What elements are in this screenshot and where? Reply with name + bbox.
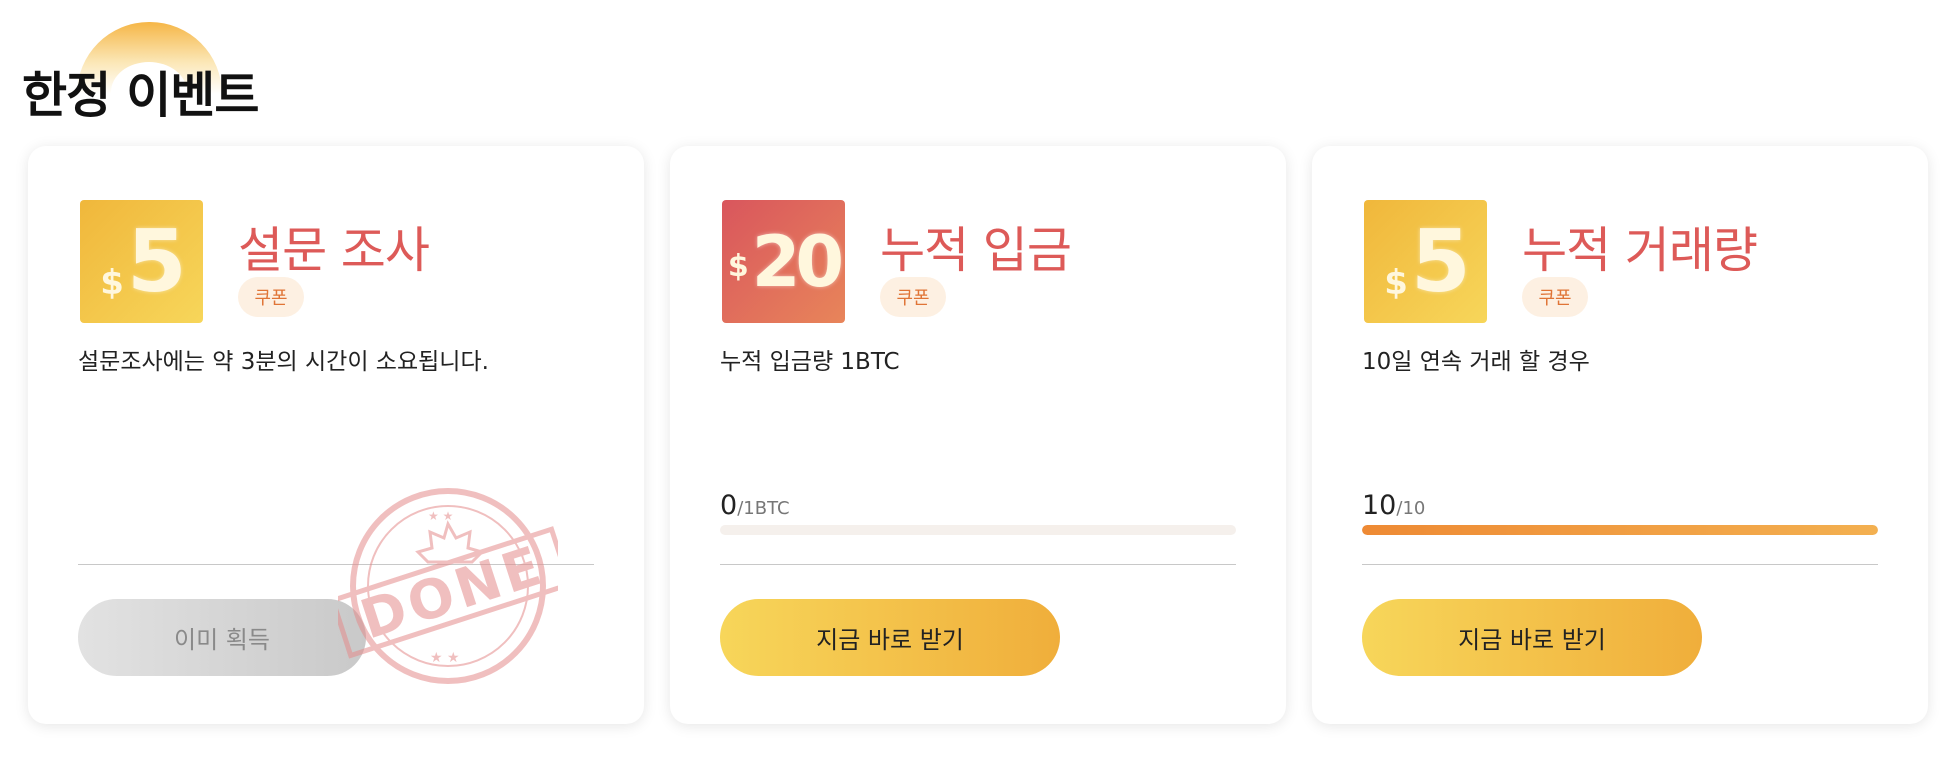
progress-bar (1362, 525, 1878, 535)
coupon-badge: $ 5 (1364, 200, 1487, 323)
stamp-text: DONE (353, 533, 552, 651)
progress-target: 1BTC (743, 498, 790, 519)
progress-current: 0 (720, 490, 738, 521)
svg-text:★ ★: ★ ★ (430, 650, 460, 666)
svg-text:★ ★: ★ ★ (428, 509, 453, 523)
claim-now-button[interactable]: 지금 바로 받기 (720, 599, 1060, 676)
progress-bar (720, 525, 1236, 535)
claim-now-button[interactable]: 지금 바로 받기 (1362, 599, 1702, 676)
coupon-badge: $ 20 (722, 200, 845, 323)
coupon-tag: 쿠폰 (238, 277, 304, 317)
card-description: 10일 연속 거래 할 경우 (1362, 349, 1590, 375)
badge-amount: 5 (126, 211, 187, 312)
progress-value: 10/10 (1362, 490, 1425, 521)
card-title: 누적 거래량 (1522, 222, 1758, 279)
done-stamp-icon: ★ ★ ★ ★ DONE (338, 488, 558, 684)
badge-amount: 20 (751, 220, 844, 303)
section-title: 한정 이벤트 (22, 67, 259, 124)
card-title: 설문 조사 (238, 222, 430, 279)
already-claimed-button[interactable]: 이미 획득 (78, 599, 366, 676)
badge-currency: $ (100, 262, 124, 303)
progress-fill (1362, 525, 1878, 535)
card-divider (720, 564, 1236, 565)
event-card-trading-volume: $ 5 누적 거래량 쿠폰 10일 연속 거래 할 경우 10/10 지금 바로… (1312, 146, 1928, 724)
coupon-tag: 쿠폰 (1522, 277, 1588, 317)
event-card-list: $ 5 설문 조사 쿠폰 설문조사에는 약 3분의 시간이 소요됩니다. 이미 … (28, 146, 1928, 724)
event-card-deposit: $ 20 누적 입금 쿠폰 누적 입금량 1BTC 0/1BTC 지금 바로 받… (670, 146, 1286, 724)
progress-value: 0/1BTC (720, 490, 790, 521)
section-header: 한정 이벤트 (22, 20, 259, 124)
card-divider (1362, 564, 1878, 565)
card-title: 누적 입금 (880, 222, 1072, 279)
coupon-tag: 쿠폰 (880, 277, 946, 317)
card-description: 설문조사에는 약 3분의 시간이 소요됩니다. (78, 349, 489, 375)
progress-target: 10 (1402, 498, 1426, 519)
card-description: 누적 입금량 1BTC (720, 349, 900, 375)
progress-current: 10 (1362, 490, 1397, 521)
coupon-badge: $ 5 (80, 200, 203, 323)
card-divider (78, 564, 594, 565)
badge-amount: 5 (1410, 211, 1471, 312)
event-card-survey: $ 5 설문 조사 쿠폰 설문조사에는 약 3분의 시간이 소요됩니다. 이미 … (28, 146, 644, 724)
badge-currency: $ (727, 249, 749, 284)
badge-currency: $ (1384, 262, 1408, 303)
